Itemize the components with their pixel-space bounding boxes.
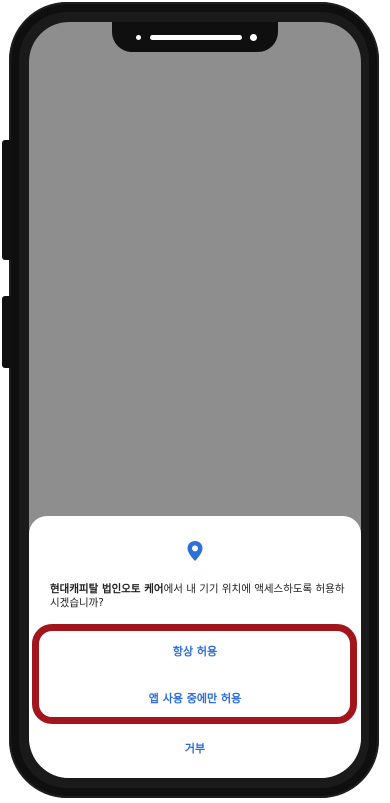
phone-screen: 현대캐피탈 법인오토 케어에서 내 기기 위치에 액세스하도록 허용하시겠습니까… — [29, 22, 361, 778]
sensor-dot — [136, 35, 141, 40]
volume-up-button — [2, 140, 11, 260]
permission-dialog: 현대캐피탈 법인오토 케어에서 내 기기 위치에 액세스하도록 허용하시겠습니까… — [29, 516, 361, 778]
allow-while-using-button[interactable]: 앱 사용 중에만 허용 — [29, 684, 361, 714]
front-camera — [250, 34, 257, 41]
earpiece-speaker — [150, 35, 242, 40]
dialog-message: 현대캐피탈 법인오토 케어에서 내 기기 위치에 액세스하도록 허용하시겠습니까… — [50, 582, 346, 610]
allow-always-button[interactable]: 항상 허용 — [29, 637, 361, 667]
deny-button[interactable]: 거부 — [29, 734, 361, 764]
app-name: 현대캐피탈 법인오토 케어 — [50, 583, 164, 595]
notch — [112, 22, 278, 52]
location-pin-icon — [187, 541, 203, 561]
volume-down-button — [2, 296, 11, 368]
